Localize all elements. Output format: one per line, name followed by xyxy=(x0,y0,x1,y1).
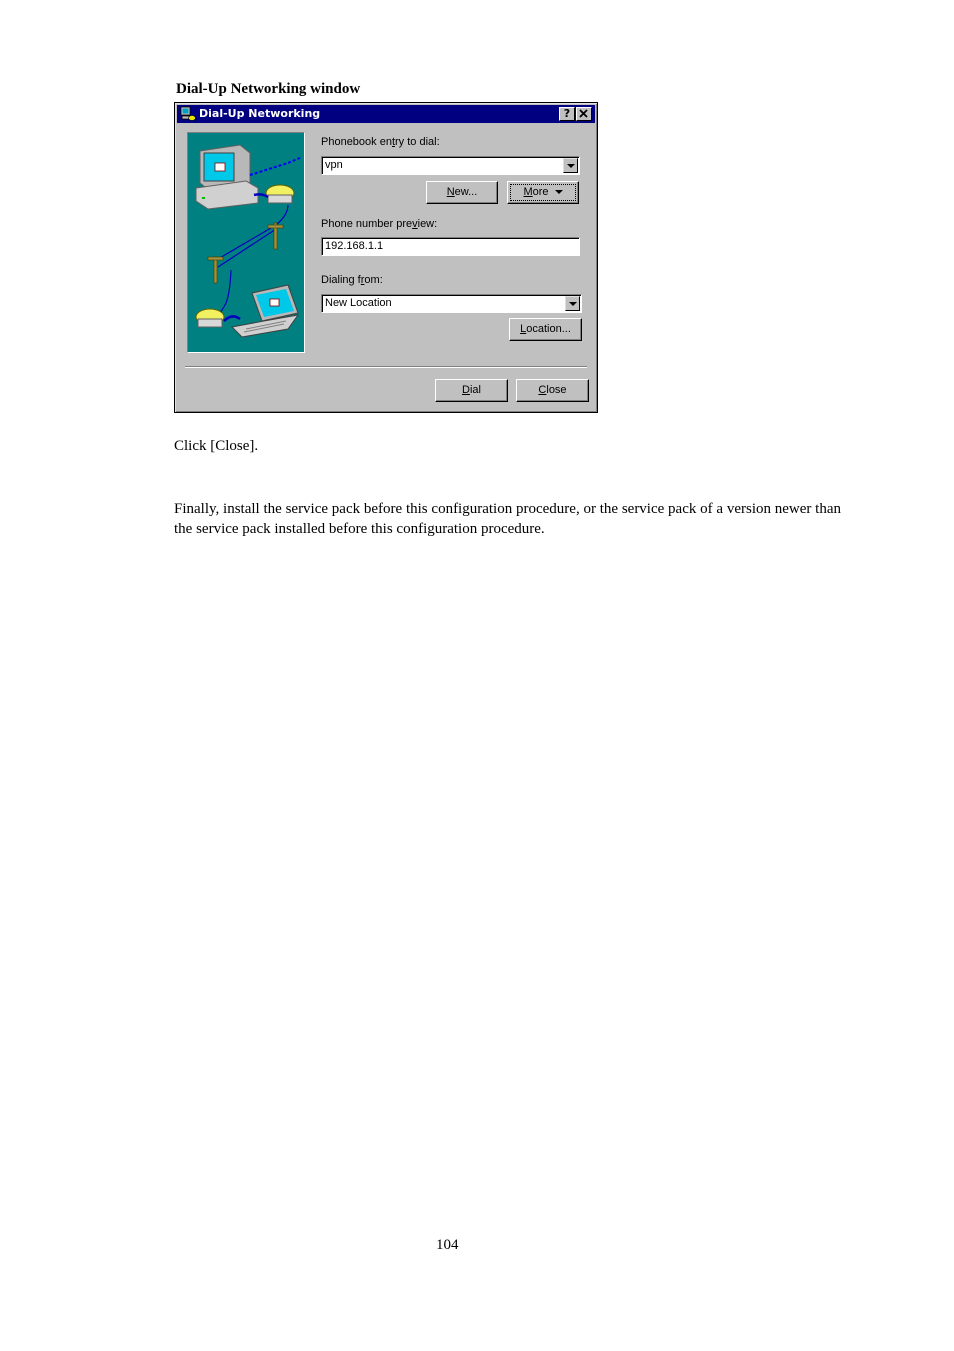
body-paragraph: Finally, install the service pack before… xyxy=(174,501,841,537)
figure-caption: Dial-Up Networking window xyxy=(176,81,361,97)
phone-number-value: 192.168.1.1 xyxy=(325,240,384,252)
chevron-down-icon[interactable] xyxy=(563,158,578,173)
dial-button[interactable]: Dial xyxy=(435,379,508,402)
instruction-text: Click [Close]. xyxy=(174,438,259,454)
dialing-from-value: New Location xyxy=(325,297,392,309)
phonebook-entry-label: Phonebook entry to dial: xyxy=(321,136,440,148)
dial-up-networking-icon xyxy=(180,106,196,121)
dialog-title: Dial-Up Networking xyxy=(199,107,321,120)
close-icon xyxy=(579,109,588,118)
more-button[interactable]: More xyxy=(507,181,579,204)
help-button[interactable]: ? xyxy=(559,107,575,121)
computer-phone-network-illustration xyxy=(195,144,303,338)
close-button[interactable]: Close xyxy=(516,379,589,402)
page-number: 104 xyxy=(436,1237,459,1253)
desktop-computer-icon xyxy=(195,144,259,210)
telephone-icon xyxy=(195,308,225,328)
dial-up-networking-dialog: Dial-Up Networking ? Phonebook entry to … xyxy=(174,102,598,413)
telephone-pole-icon xyxy=(207,256,224,284)
separator xyxy=(185,366,587,368)
phone-number-preview-field[interactable]: 192.168.1.1 xyxy=(321,237,580,256)
dropdown-arrow-icon xyxy=(554,190,563,195)
phonebook-entry-value: vpn xyxy=(325,159,343,171)
title-close-button[interactable] xyxy=(576,107,592,121)
network-illustration xyxy=(187,132,305,353)
title-bar[interactable]: Dial-Up Networking ? xyxy=(177,105,595,123)
chevron-down-icon[interactable] xyxy=(565,296,580,311)
telephone-pole-icon xyxy=(267,222,284,250)
telephone-icon xyxy=(265,184,295,204)
location-button[interactable]: Location... xyxy=(509,318,582,341)
laptop-icon xyxy=(230,284,300,338)
dialing-from-label: Dialing from: xyxy=(321,274,383,286)
dialing-from-select[interactable]: New Location xyxy=(321,294,582,313)
phone-number-preview-label: Phone number preview: xyxy=(321,218,438,230)
new-button[interactable]: New... xyxy=(426,181,498,204)
phonebook-entry-select[interactable]: vpn xyxy=(321,156,580,175)
